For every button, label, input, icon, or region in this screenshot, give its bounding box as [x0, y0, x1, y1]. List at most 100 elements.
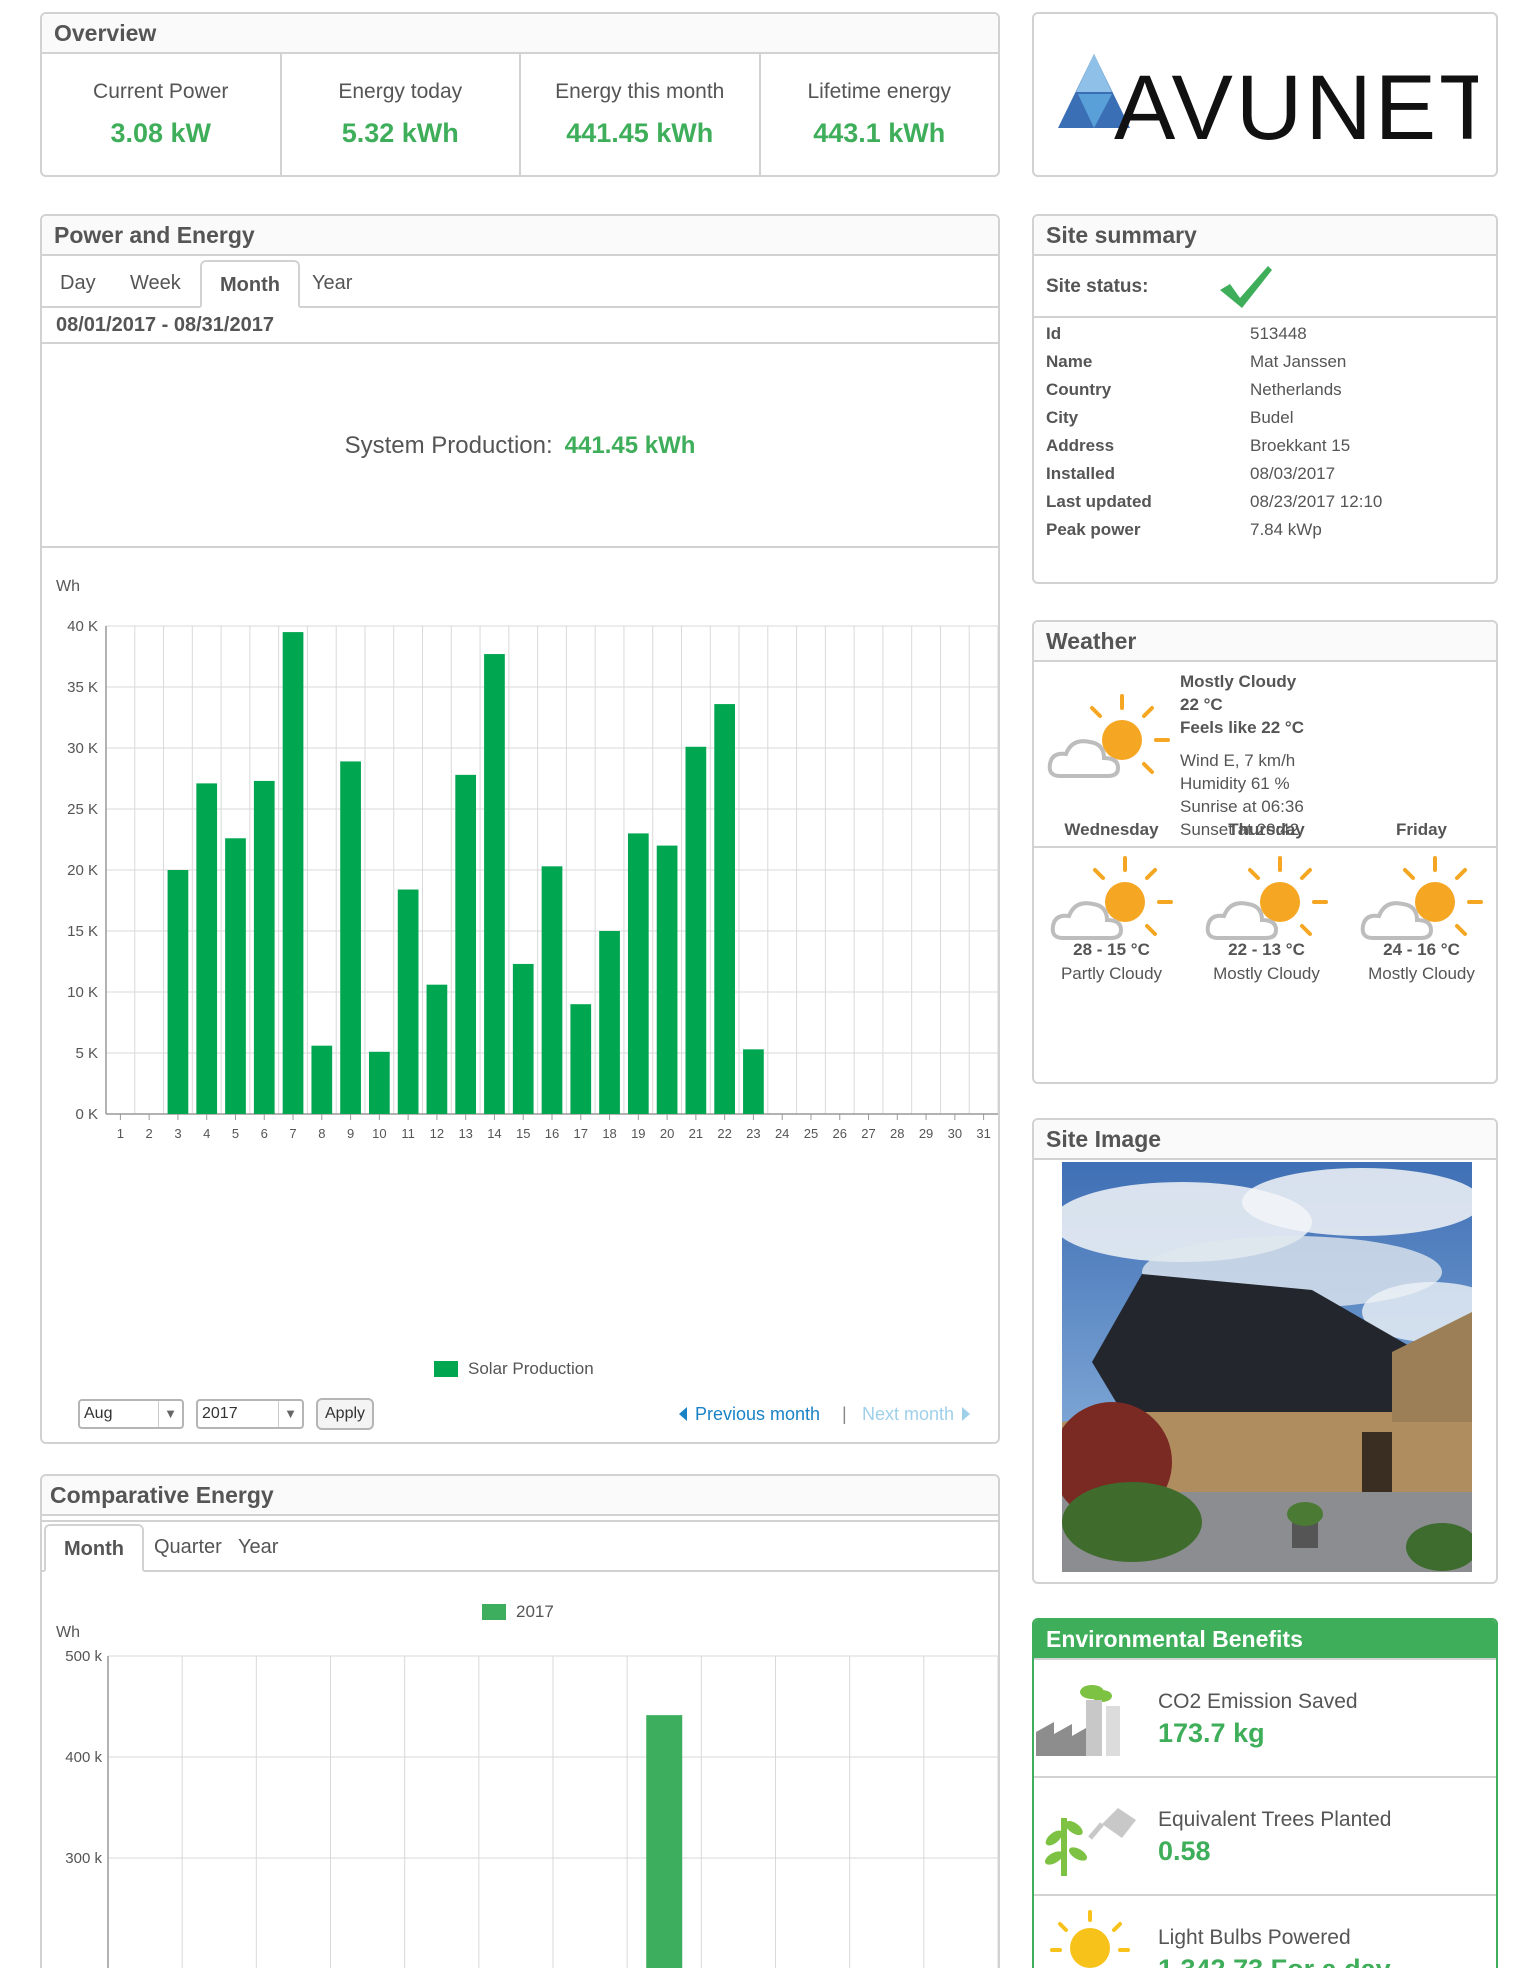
- next-month-link[interactable]: Next month: [862, 1404, 971, 1425]
- tile-value: 5.32 kWh: [341, 118, 459, 148]
- x-tick-label: 15: [516, 1126, 530, 1141]
- tree-icon: [1044, 1808, 1136, 1876]
- info-key: Last updated: [1046, 492, 1152, 511]
- site-photo[interactable]: [1062, 1162, 1472, 1572]
- info-row: Id 513448: [1034, 324, 1496, 352]
- logo-panel: AVUNET: [1032, 12, 1498, 177]
- bar: [743, 1049, 764, 1114]
- chevron-down-icon: ▼: [158, 1401, 182, 1427]
- tab-year[interactable]: Year: [220, 1524, 296, 1572]
- x-tick-label: 11: [401, 1126, 415, 1141]
- info-key: Installed: [1046, 464, 1115, 483]
- previous-month-link[interactable]: Previous month: [679, 1404, 820, 1425]
- x-tick-label: 10: [372, 1126, 386, 1141]
- forecast-day: Friday: [1395, 820, 1448, 839]
- arrow-right-icon: [962, 1407, 971, 1421]
- env-label: Equivalent Trees Planted: [1158, 1808, 1392, 1831]
- info-row: Last updated 08/23/2017 12:10: [1034, 492, 1496, 520]
- chevron-down-icon: ▼: [278, 1401, 302, 1427]
- forecast-friday: Friday 24 - 16 °C Mostly Cloudy: [1344, 808, 1496, 983]
- tab-month[interactable]: Month: [44, 1524, 144, 1572]
- year-select[interactable]: 2017 ▼: [196, 1399, 304, 1429]
- lifetime-energy-tile: Lifetime energy 443.1 kWh: [761, 54, 999, 175]
- bar: [646, 1715, 683, 1968]
- y-tick-label: 0 K: [75, 1106, 98, 1123]
- bar: [570, 1004, 592, 1114]
- info-row: City Budel: [1034, 408, 1496, 436]
- x-tick-label: 26: [833, 1126, 847, 1141]
- x-tick-label: 23: [746, 1126, 760, 1141]
- info-key: Country: [1046, 380, 1112, 399]
- bar: [426, 984, 448, 1114]
- system-production-value: 441.45 kWh: [564, 432, 696, 459]
- environmental-benefits-panel: Environmental Benefits CO2 Emission Save…: [1032, 1618, 1498, 1968]
- overview-panel: Overview Current Power 3.08 kW Energy to…: [40, 12, 1000, 177]
- co2-saved-row: CO2 Emission Saved 173.7 kg: [1034, 1660, 1496, 1778]
- info-value: Mat Janssen: [1250, 352, 1347, 371]
- temperature: 22 °C: [1180, 695, 1223, 714]
- x-tick-label: 27: [861, 1126, 875, 1141]
- x-tick-label: 25: [804, 1126, 818, 1141]
- x-tick-label: 18: [602, 1126, 616, 1141]
- env-label: Light Bulbs Powered: [1158, 1926, 1351, 1949]
- site-image-panel: Site Image: [1032, 1118, 1498, 1584]
- forecast-wednesday: Wednesday 28 - 15 °C Partly Cloudy: [1034, 808, 1189, 983]
- forecast-day: Thursday: [1228, 820, 1305, 839]
- humidity: Humidity 61 %: [1180, 774, 1290, 793]
- x-tick-label: 7: [289, 1126, 296, 1141]
- x-tick-label: 30: [948, 1126, 962, 1141]
- bar: [282, 632, 304, 1114]
- x-tick-label: 1: [117, 1126, 124, 1141]
- weather-title: Weather: [1034, 622, 1496, 662]
- info-row: Country Netherlands: [1034, 380, 1496, 408]
- bar: [599, 931, 620, 1114]
- tab-week[interactable]: Week: [112, 260, 199, 308]
- x-tick-label: 31: [976, 1126, 990, 1141]
- partly-cloudy-icon: [1050, 856, 1173, 940]
- tab-year[interactable]: Year: [294, 260, 370, 308]
- tab-day[interactable]: Day: [42, 260, 114, 308]
- env-label: CO2 Emission Saved: [1158, 1690, 1358, 1713]
- site-info-table: Id 513448 Name Mat Janssen Country Netherland…: [1034, 318, 1496, 548]
- trees-planted-row: Equivalent Trees Planted 0.58: [1034, 1778, 1496, 1896]
- weather-panel: Weather Mostly Cloudy 22 °C Feels like 2…: [1032, 620, 1498, 1084]
- forecast-thursday: Thursday 22 - 13 °C Mostly Cloudy: [1189, 808, 1344, 983]
- legend-swatch: [482, 1604, 506, 1620]
- tile-label: Lifetime energy: [807, 80, 952, 103]
- month-select[interactable]: Aug ▼: [78, 1399, 184, 1429]
- wind: Wind E, 7 km/h: [1180, 751, 1296, 770]
- info-row: Installed 08/03/2017: [1034, 464, 1496, 492]
- info-value: Netherlands: [1250, 380, 1342, 399]
- forecast-condition: Mostly Cloudy: [1368, 964, 1475, 983]
- x-tick-label: 12: [430, 1126, 444, 1141]
- site-image-title: Site Image: [1034, 1120, 1496, 1160]
- info-value: 08/23/2017 12:10: [1250, 492, 1383, 511]
- mostly-cloudy-icon: [1205, 856, 1328, 940]
- comparative-title: Comparative Energy: [42, 1476, 998, 1516]
- x-tick-label: 4: [203, 1126, 210, 1141]
- x-tick-label: 28: [890, 1126, 904, 1141]
- system-production: System Production: 441.45 kWh: [42, 344, 998, 548]
- date-range: 08/01/2017 - 08/31/2017: [42, 308, 998, 344]
- x-tick-label: 2: [146, 1126, 153, 1141]
- power-energy-title: Power and Energy: [42, 216, 998, 256]
- x-tick-label: 29: [919, 1126, 933, 1141]
- current-power-tile: Current Power 3.08 kW: [42, 54, 282, 175]
- bar: [340, 761, 361, 1114]
- x-tick-label: 22: [717, 1126, 731, 1141]
- info-value: Budel: [1250, 408, 1294, 427]
- forecast-temp: 24 - 16 °C: [1383, 940, 1460, 959]
- y-tick-label: 35 K: [67, 679, 98, 696]
- site-summary-panel: Site summary Site status: Id 513448 Name Ma…: [1032, 214, 1498, 584]
- environmental-benefits-title: Environmental Benefits: [1034, 1620, 1496, 1660]
- checkmark-icon: [1220, 266, 1272, 308]
- feels-like: Feels like 22 °C: [1180, 718, 1304, 737]
- comparative-legend[interactable]: 2017: [482, 1602, 554, 1622]
- mostly-cloudy-icon: [1360, 856, 1483, 940]
- tab-month[interactable]: Month: [200, 260, 300, 308]
- apply-button[interactable]: Apply: [316, 1398, 375, 1430]
- chart-legend[interactable]: Solar Production: [434, 1359, 594, 1379]
- y-tick-label: 25 K: [67, 801, 98, 818]
- y-tick-label: 10 K: [67, 984, 98, 1001]
- y-tick-label: 300 k: [65, 1850, 102, 1867]
